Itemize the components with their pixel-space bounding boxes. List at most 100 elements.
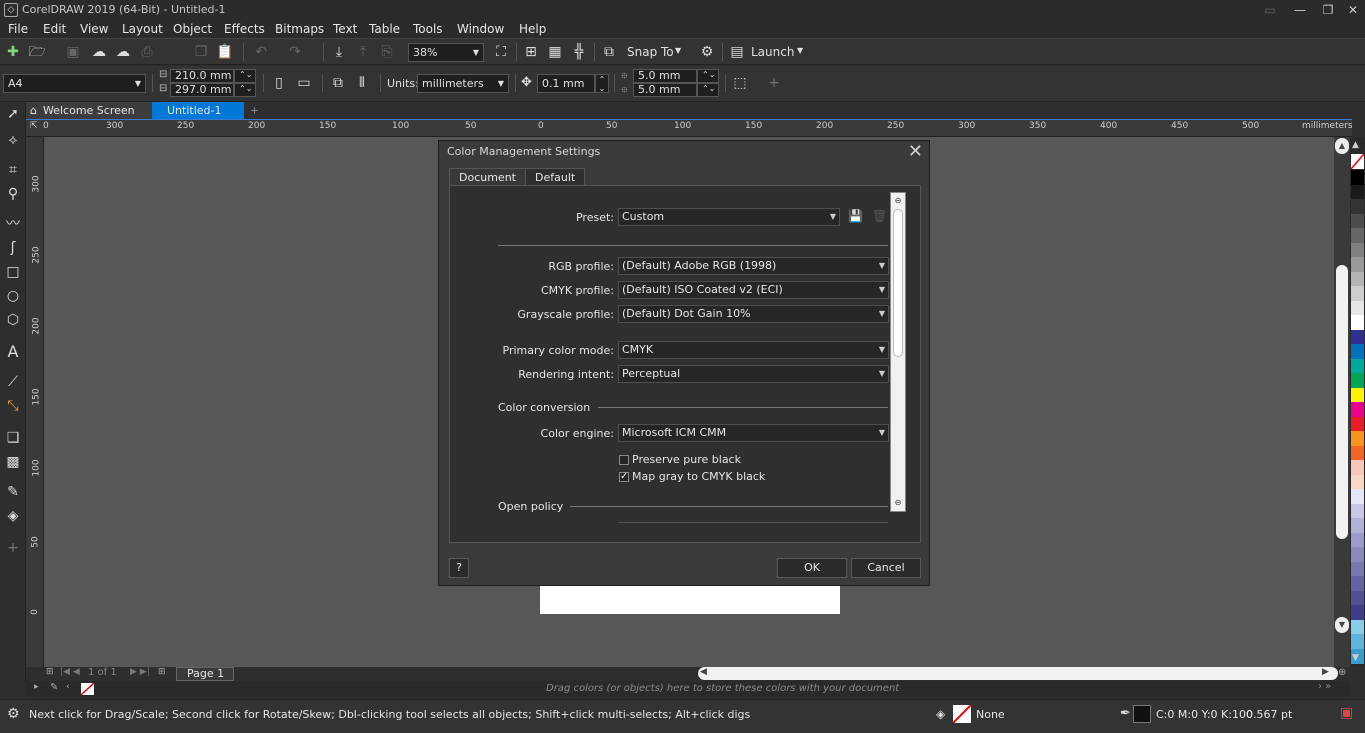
scrollbar-thumb[interactable] [1336, 265, 1348, 539]
menu-text[interactable]: Text [333, 22, 357, 36]
portrait-icon[interactable]: ▯ [270, 74, 288, 92]
palette-swatch[interactable] [1351, 590, 1364, 606]
all-pages-icon[interactable]: ⧉ [329, 74, 347, 92]
parallel-dimension-icon[interactable]: ⟋ [3, 372, 23, 392]
save-icon[interactable]: ▣ [64, 43, 82, 61]
document-page[interactable] [540, 586, 840, 614]
menu-object[interactable]: Object [173, 22, 212, 36]
menu-layout[interactable]: Layout [122, 22, 163, 36]
fill-swatch[interactable] [952, 704, 972, 724]
ok-button[interactable]: OK [777, 558, 847, 578]
palette-swatch[interactable] [1351, 489, 1364, 504]
full-screen-preview-icon[interactable]: ⛶ [492, 43, 510, 61]
palette-swatch[interactable] [1351, 561, 1364, 577]
palette-swatch[interactable] [1351, 170, 1364, 185]
dup-x-stepper[interactable]: ⌃⌄ [697, 69, 719, 83]
map-gray-checkbox[interactable]: ✓ [619, 472, 629, 482]
rectangle-tool-icon[interactable]: □ [3, 262, 23, 282]
palette-swatch[interactable] [1351, 532, 1364, 548]
palette-swatch[interactable] [1351, 605, 1364, 620]
scroll-down-icon[interactable]: ▼ [1335, 617, 1349, 633]
print-icon[interactable]: ⎙ [138, 43, 156, 61]
palette-swatch[interactable] [1351, 358, 1364, 374]
palette-swatch[interactable] [1351, 576, 1364, 591]
page-height-field[interactable]: 297.0 mm [170, 83, 234, 97]
drop-shadow-icon[interactable]: ❑ [3, 428, 23, 448]
nudge-distance-field[interactable]: 0.1 mm [537, 74, 595, 93]
tab-document[interactable]: Document [449, 168, 526, 186]
tab-welcome-screen[interactable]: ⌂ Welcome Screen [24, 102, 152, 120]
tab-default[interactable]: Default [525, 168, 586, 186]
palette-swatch[interactable] [1351, 547, 1364, 562]
zoom-level-combo[interactable]: 38% ▼ [408, 43, 484, 62]
cloud-upload-icon[interactable]: ☁ [90, 43, 108, 61]
palette-swatch[interactable] [1351, 315, 1364, 330]
navigator-icon[interactable]: ⊕ [1338, 667, 1346, 678]
nudge-stepper[interactable]: ⌃ ⌄ [595, 74, 609, 93]
snap-icon[interactable]: ⧉ [600, 43, 618, 61]
menu-view[interactable]: View [80, 22, 108, 36]
document-palette[interactable]: ▸ ✎ ‹ Drag colors (or objects) here to s… [26, 681, 1350, 697]
scroll-up-icon[interactable]: ▲ [1335, 138, 1349, 154]
show-rulers-icon[interactable]: ⊞ [522, 43, 540, 61]
zoom-tool-icon[interactable]: ⚲ [3, 184, 23, 204]
pick-tool-icon[interactable]: ➚ [3, 104, 23, 124]
chevron-down-icon[interactable]: ▼ [797, 46, 803, 55]
color-engine-combo[interactable]: Microsoft ICM CMM ▼ [618, 424, 889, 442]
menu-bitmaps[interactable]: Bitmaps [275, 22, 324, 36]
connector-tool-icon[interactable]: ⤡ [3, 396, 23, 416]
tab-untitled-1[interactable]: Untitled-1 [152, 102, 244, 120]
horizontal-scrollbar[interactable] [698, 667, 1338, 680]
cmyk-profile-combo[interactable]: (Default) ISO Coated v2 (ECI) ▼ [618, 281, 889, 299]
freehand-tool-icon[interactable]: 〰 [3, 214, 23, 234]
palette-swatch[interactable] [1351, 271, 1364, 287]
panel-scroll-thumb[interactable] [893, 209, 903, 357]
palette-swatch[interactable] [1351, 460, 1364, 475]
units-combo[interactable]: millimeters ▼ [417, 74, 509, 93]
palette-swatch[interactable] [1351, 416, 1364, 432]
scroll-left-icon[interactable]: ◀ [700, 667, 707, 677]
gear-icon[interactable]: ⚙ [698, 43, 716, 61]
palette-swatch[interactable] [1351, 503, 1364, 519]
last-page-icon[interactable]: ▶ ▶| [130, 667, 150, 677]
menu-table[interactable]: Table [369, 22, 400, 36]
cloud-share-icon[interactable]: ☁ [114, 43, 132, 61]
page-size-combo[interactable]: A4 ▼ [3, 74, 146, 93]
paste-icon[interactable]: 📋 [216, 43, 234, 61]
primary-color-mode-combo[interactable]: CMYK ▼ [618, 341, 889, 359]
chevron-down-icon[interactable]: ▼ [675, 46, 681, 55]
add-page-icon[interactable]: ⊞ [46, 667, 54, 677]
color-proof-icon[interactable]: ▣ [1340, 705, 1353, 721]
launch-dropdown[interactable]: Launch [751, 45, 794, 59]
minimize-button[interactable]: — [1285, 0, 1315, 20]
interactive-fill-icon[interactable]: ◈ [3, 506, 23, 526]
publish-pdf-icon[interactable]: ⎘ [378, 43, 396, 61]
palette-swatch[interactable] [1351, 431, 1364, 446]
menu-effects[interactable]: Effects [224, 22, 265, 36]
palette-swatch[interactable] [1351, 387, 1364, 403]
palette-left-icon[interactable]: ‹ [66, 682, 70, 692]
panel-scrollbar[interactable]: ⊖ ⊖ [890, 192, 906, 512]
palette-swatch[interactable] [1351, 402, 1364, 417]
palette-swatch[interactable] [1351, 619, 1364, 635]
current-page-icon[interactable]: ⫴ [353, 74, 371, 92]
palette-swatch[interactable] [1351, 300, 1364, 316]
palette-swatch[interactable] [1351, 344, 1364, 359]
restore-sm-icon[interactable]: ▭ [1255, 0, 1285, 20]
close-icon[interactable]: ✕ [908, 141, 923, 162]
ellipse-tool-icon[interactable]: ○ [3, 286, 23, 306]
treat-as-filled-icon[interactable]: ⬚ [731, 74, 749, 92]
no-color-swatch[interactable] [1350, 153, 1365, 170]
palette-swatch[interactable] [1351, 286, 1364, 301]
scroll-down-icon[interactable]: ⊖ [892, 496, 904, 510]
shape-tool-icon[interactable]: ⟡ [3, 130, 23, 150]
transparency-icon[interactable]: ▩ [3, 452, 23, 472]
height-stepper[interactable]: ⌃⌄ [234, 83, 256, 97]
delete-preset-icon[interactable]: 🗑 [872, 209, 887, 223]
landscape-icon[interactable]: ▭ [295, 74, 313, 92]
palette-swatch[interactable] [1351, 474, 1364, 490]
duplicate-y-field[interactable]: 5.0 mm [633, 83, 697, 97]
vertical-scrollbar[interactable]: ▲ ▼ [1334, 137, 1350, 667]
scroll-up-icon[interactable]: ⊖ [892, 194, 904, 208]
page-tab-1[interactable]: Page 1 [176, 667, 234, 681]
